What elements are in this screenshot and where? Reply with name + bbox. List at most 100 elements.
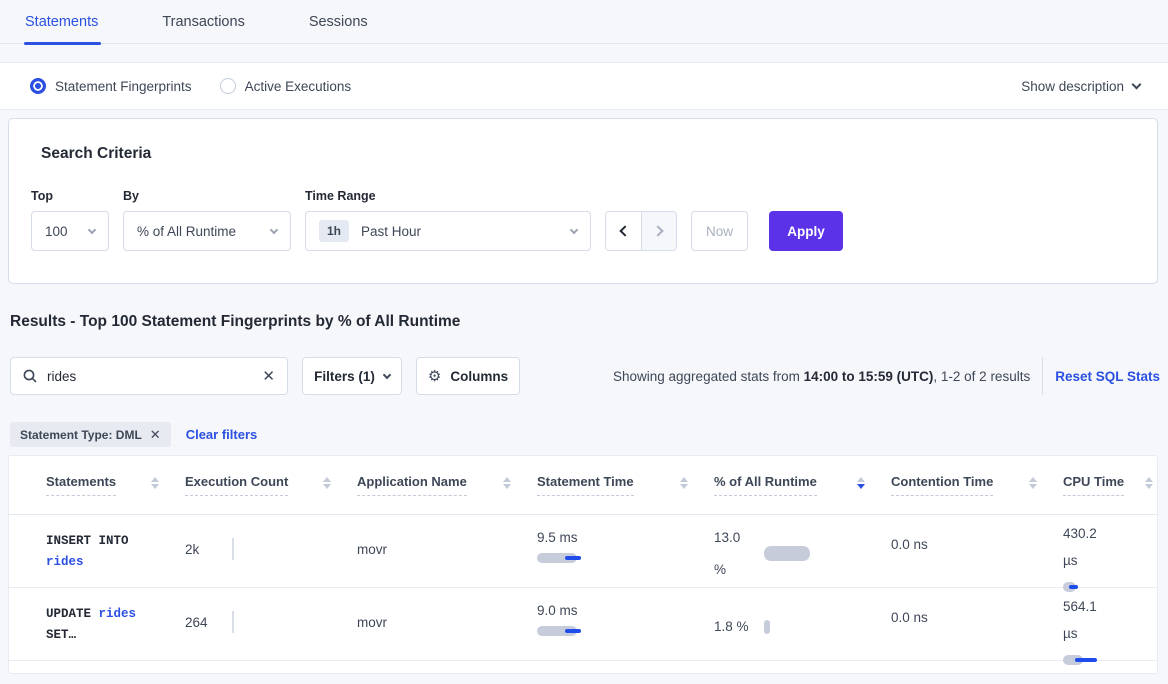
- remove-filter-icon[interactable]: ✕: [150, 427, 161, 443]
- chevron-right-icon: [652, 225, 663, 236]
- aggregated-stats-text: Showing aggregated stats from 14:00 to 1…: [613, 369, 1030, 384]
- sort-icon-active-desc: [849, 477, 865, 490]
- radio-active-executions[interactable]: Active Executions: [220, 78, 352, 94]
- time-range-badge: 1h: [319, 220, 349, 242]
- cpu-time-cell: 564.1 µs: [1063, 588, 1157, 665]
- column-header-statements[interactable]: Statements: [46, 474, 185, 496]
- execution-count-cell: 2k: [185, 515, 357, 592]
- radio-label: Active Executions: [245, 79, 352, 94]
- sort-icon: [143, 477, 159, 490]
- statement-time-cell: 9.5 ms: [537, 515, 714, 592]
- search-input[interactable]: [47, 369, 252, 384]
- stats-group: Showing aggregated stats from 14:00 to 1…: [613, 357, 1160, 395]
- contention-time-cell: 0.0 ns: [891, 515, 1063, 592]
- radio-unselected-icon: [220, 78, 236, 94]
- chevron-down-icon: [88, 225, 96, 233]
- table-row: UPDATE rides SET… 264 movr 9.0 ms 1.8 % …: [9, 588, 1157, 661]
- application-name-cell: movr: [357, 515, 537, 592]
- pct-runtime-cell: 13.0 %: [714, 515, 891, 592]
- view-mode-bar: Statement Fingerprints Active Executions…: [0, 62, 1168, 110]
- show-description-label: Show description: [1021, 79, 1124, 94]
- top-select-value: 100: [45, 224, 68, 239]
- top-select[interactable]: 100: [31, 211, 109, 251]
- column-header-application-name[interactable]: Application Name: [357, 474, 537, 496]
- sort-icon: [495, 477, 511, 490]
- tab-statements[interactable]: Statements: [25, 0, 98, 44]
- pct-runtime-bar: [764, 620, 770, 634]
- column-header-statement-time[interactable]: Statement Time: [537, 474, 714, 496]
- execution-count-cell: 264: [185, 588, 357, 665]
- contention-time-cell: 0.0 ns: [891, 588, 1063, 665]
- vertical-divider: [1042, 357, 1043, 395]
- column-header-contention-time[interactable]: Contention Time: [891, 474, 1063, 496]
- radio-label: Statement Fingerprints: [55, 79, 192, 94]
- filters-label: Filters (1): [314, 369, 375, 384]
- columns-button[interactable]: ⚙ Columns: [416, 357, 520, 395]
- chevron-down-icon: [270, 225, 278, 233]
- time-range-value: Past Hour: [361, 224, 421, 239]
- tab-transactions[interactable]: Transactions: [162, 0, 244, 44]
- tab-bar: Statements Transactions Sessions: [0, 0, 1168, 44]
- pct-runtime-bar: [764, 546, 810, 561]
- column-header-cpu-time[interactable]: CPU Time: [1063, 474, 1157, 496]
- search-box: ✕: [10, 357, 288, 395]
- statement-cell: INSERT INTO rides: [46, 515, 164, 592]
- filter-chip-row: Statement Type: DML ✕ Clear filters: [10, 422, 257, 447]
- statement-time-bar: [537, 626, 714, 636]
- gear-icon: ⚙: [428, 367, 441, 385]
- table-header-row: Statements Execution Count Application N…: [9, 456, 1157, 515]
- time-range-label: Time Range: [305, 189, 591, 203]
- results-controls: ✕ Filters (1) ⚙ Columns Showing aggregat…: [10, 357, 1160, 395]
- filter-chip-statement-type: Statement Type: DML ✕: [10, 422, 171, 447]
- chevron-down-icon: [570, 225, 578, 233]
- top-label: Top: [31, 189, 109, 203]
- search-criteria-panel: Search Criteria Top 100 By % of All Runt…: [8, 118, 1158, 284]
- search-criteria-title: Search Criteria: [41, 145, 151, 163]
- cpu-time-bar: [1063, 582, 1157, 592]
- clear-search-icon[interactable]: ✕: [262, 369, 275, 384]
- by-select-value: % of All Runtime: [137, 224, 236, 239]
- filter-chip-label: Statement Type: DML: [20, 428, 142, 442]
- now-button[interactable]: Now: [691, 211, 748, 251]
- table-row: INSERT INTO rides 2k movr 9.5 ms 13.0 % …: [9, 515, 1157, 588]
- by-label: By: [123, 189, 291, 203]
- statements-table: Statements Execution Count Application N…: [8, 455, 1158, 674]
- previous-time-button[interactable]: [606, 212, 641, 250]
- statement-cell: UPDATE rides SET…: [46, 588, 164, 665]
- time-range-field: Time Range 1h Past Hour: [305, 189, 591, 251]
- chevron-down-icon: [1132, 80, 1142, 90]
- statement-time-cell: 9.0 ms: [537, 588, 714, 665]
- column-header-pct-runtime[interactable]: % of All Runtime: [714, 474, 891, 496]
- sort-icon: [672, 477, 688, 490]
- statement-link[interactable]: rides: [99, 607, 137, 621]
- apply-button[interactable]: Apply: [769, 211, 843, 251]
- search-icon: [23, 369, 37, 383]
- column-header-execution-count[interactable]: Execution Count: [185, 474, 357, 496]
- radio-selected-icon: [30, 78, 46, 94]
- statement-time-bar: [537, 553, 714, 563]
- chevron-left-icon: [619, 225, 630, 236]
- show-description-toggle[interactable]: Show description: [1021, 79, 1140, 94]
- cpu-time-bar: [1063, 655, 1157, 665]
- next-time-button[interactable]: [641, 212, 676, 250]
- time-nav-group: [605, 211, 677, 251]
- cpu-time-cell: 430.2 µs: [1063, 515, 1157, 592]
- by-select[interactable]: % of All Runtime: [123, 211, 291, 251]
- time-range-select[interactable]: 1h Past Hour: [305, 211, 591, 251]
- filters-button[interactable]: Filters (1): [302, 357, 402, 395]
- top-field: Top 100: [31, 189, 109, 251]
- sort-icon: [1137, 477, 1153, 490]
- radio-statement-fingerprints[interactable]: Statement Fingerprints: [30, 78, 192, 94]
- chevron-down-icon: [383, 370, 391, 378]
- application-name-cell: movr: [357, 588, 537, 665]
- count-bar: [232, 611, 234, 633]
- sort-icon: [1021, 477, 1037, 490]
- reset-sql-stats-link[interactable]: Reset SQL Stats: [1055, 369, 1160, 384]
- clear-filters-link[interactable]: Clear filters: [186, 427, 258, 442]
- tab-sessions[interactable]: Sessions: [309, 0, 368, 44]
- results-heading: Results - Top 100 Statement Fingerprints…: [10, 313, 460, 331]
- statement-link[interactable]: rides: [46, 555, 84, 569]
- pct-runtime-cell: 1.8 %: [714, 588, 891, 665]
- sort-icon: [315, 477, 331, 490]
- by-field: By % of All Runtime: [123, 189, 291, 251]
